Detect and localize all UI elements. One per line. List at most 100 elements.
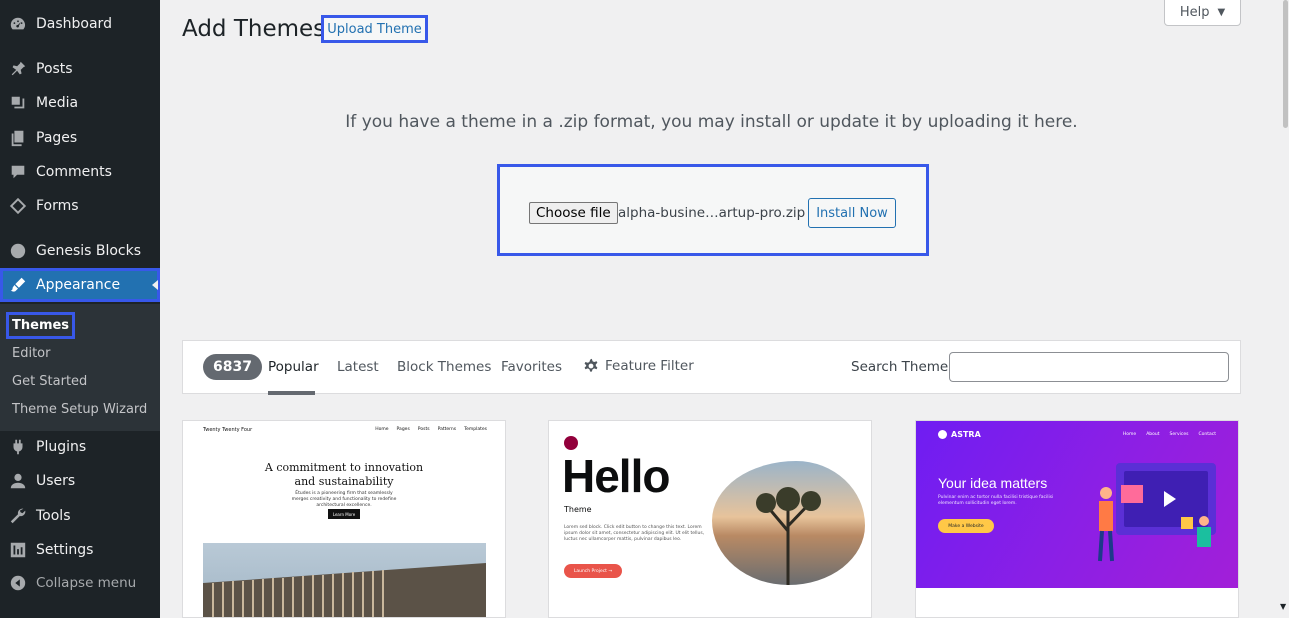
theme-filter-bar: 6837 Popular Latest Block Themes Favorit… <box>182 340 1241 395</box>
theme-preview-nav: Home Pages Posts Patterns Templates <box>375 427 487 432</box>
collapse-label: Collapse menu <box>36 575 137 591</box>
collapse-menu-button[interactable]: Collapse menu <box>0 566 160 600</box>
theme-preview-title: Your idea matters <box>938 475 1048 491</box>
astra-brand: ASTRA <box>951 430 981 439</box>
elementor-logo-icon <box>564 436 578 450</box>
user-icon <box>8 471 28 491</box>
theme-preview-building-image <box>203 543 486 617</box>
preview-nav-link: Services <box>1169 432 1189 437</box>
theme-card-hello-elementor[interactable]: Hello Theme Lorem sed block. Click edit … <box>548 420 872 618</box>
theme-preview-hero: ASTRA Home About Services Contact Your i… <box>916 421 1238 588</box>
menu-settings[interactable]: Settings <box>0 533 160 567</box>
theme-preview-button: Make a Website <box>938 519 994 533</box>
menu-label: Posts <box>36 61 73 77</box>
headline-line: and sustainability <box>294 475 394 488</box>
preview-nav-link: About <box>1146 432 1160 437</box>
submenu-themes[interactable]: Themes <box>5 312 76 339</box>
collapse-icon <box>8 573 28 593</box>
forms-icon <box>8 196 28 216</box>
theme-preview-illustration <box>1098 463 1216 562</box>
preview-nav-link: Patterns <box>437 427 457 432</box>
settings-icon <box>8 540 28 560</box>
page-title: Add Themes <box>182 16 326 42</box>
tab-latest[interactable]: Latest <box>337 359 379 375</box>
theme-card-astra[interactable]: ASTRA Home About Services Contact Your i… <box>915 420 1239 618</box>
theme-preview-body: Lorem sed block. Click edit button to ch… <box>564 525 705 542</box>
preview-nav-link: Contact <box>1198 432 1216 437</box>
menu-forms[interactable]: Forms <box>0 189 160 223</box>
scrollbar-thumb[interactable] <box>1283 0 1288 128</box>
submenu-get-started[interactable]: Get Started <box>12 374 87 389</box>
pin-icon <box>8 59 28 79</box>
theme-count-badge: 6837 <box>203 354 262 380</box>
tab-popular[interactable]: Popular <box>268 359 319 375</box>
admin-sidebar: Dashboard Posts Media Pages Comments For… <box>0 0 160 618</box>
theme-preview-hello: Hello <box>562 450 670 502</box>
theme-preview-body: Études is a pioneering firm that seamles… <box>291 491 397 508</box>
theme-preview-cactus-image <box>712 461 865 585</box>
media-icon <box>8 93 28 113</box>
tab-favorites[interactable]: Favorites <box>501 359 562 375</box>
theme-preview-subtitle: Theme <box>564 505 592 514</box>
menu-dashboard[interactable]: Dashboard <box>0 7 160 41</box>
upload-form: Choose file alpha-busine…artup-pro.zip I… <box>497 164 929 256</box>
wrench-icon <box>8 506 28 526</box>
preview-nav-link: Templates <box>464 427 487 432</box>
feature-filter-button[interactable]: Feature Filter <box>583 358 694 374</box>
menu-label: Pages <box>36 130 78 146</box>
menu-users[interactable]: Users <box>0 464 160 498</box>
comment-icon <box>8 162 28 182</box>
menu-label: Users <box>36 473 76 489</box>
menu-label: Media <box>36 95 79 111</box>
plugin-icon <box>8 437 28 457</box>
install-now-button[interactable]: Install Now <box>808 198 896 228</box>
scroll-down-icon[interactable]: ▼ <box>1280 602 1286 611</box>
theme-preview-nav: Home About Services Contact <box>1123 432 1216 437</box>
theme-preview-headline: A commitment to innovation and sustainab… <box>183 461 505 489</box>
search-themes-input[interactable] <box>949 352 1229 382</box>
preview-nav-link: Home <box>1122 432 1137 437</box>
menu-plugins[interactable]: Plugins <box>0 430 160 464</box>
menu-label: Comments <box>36 164 112 180</box>
menu-pages[interactable]: Pages <box>0 121 160 155</box>
pages-icon <box>8 128 28 148</box>
menu-label: Appearance <box>36 277 121 293</box>
tab-block-themes[interactable]: Block Themes <box>397 359 491 375</box>
menu-label: Settings <box>36 542 94 558</box>
theme-preview-button: Learn More <box>328 509 360 519</box>
menu-label: Genesis Blocks <box>36 243 142 259</box>
menu-posts[interactable]: Posts <box>0 52 160 86</box>
current-menu-arrow-icon <box>152 280 158 290</box>
submenu-theme-setup-wizard[interactable]: Theme Setup Wizard <box>12 402 147 417</box>
menu-media[interactable]: Media <box>0 86 160 120</box>
search-themes-label: Search Themes <box>851 359 956 375</box>
appearance-submenu: Themes Editor Get Started Theme Setup Wi… <box>0 304 160 431</box>
help-button[interactable]: Help ▼ <box>1164 0 1241 26</box>
caret-down-icon: ▼ <box>1217 6 1226 18</box>
headline-line: A commitment to innovation <box>264 461 424 474</box>
current-tab-indicator <box>268 391 315 395</box>
astra-logo: ASTRA <box>938 430 981 439</box>
theme-preview-site-name: Twenty Twenty Four <box>203 427 253 433</box>
astra-logo-icon <box>938 430 947 439</box>
theme-preview-body: Pulvinar enim ac tortor nulla facilisi t… <box>938 495 1054 506</box>
menu-comments[interactable]: Comments <box>0 155 160 189</box>
theme-card-twenty-twenty-four[interactable]: Twenty Twenty Four Home Pages Posts Patt… <box>182 420 506 618</box>
menu-label: Plugins <box>36 439 87 455</box>
choose-file-button[interactable]: Choose file <box>529 202 618 224</box>
preview-nav-link: Pages <box>396 427 410 432</box>
gear-icon <box>584 358 598 372</box>
menu-appearance[interactable]: Appearance <box>0 268 160 302</box>
brush-icon <box>8 275 28 295</box>
upload-description: If you have a theme in a .zip format, yo… <box>345 112 1078 132</box>
help-label: Help <box>1179 4 1210 20</box>
dashboard-icon <box>8 14 28 34</box>
upload-theme-button[interactable]: Upload Theme <box>321 15 428 43</box>
selected-file-name: alpha-busine…artup-pro.zip <box>618 205 806 221</box>
menu-genesis-blocks[interactable]: Genesis Blocks <box>0 234 160 268</box>
menu-label: Dashboard <box>36 16 112 32</box>
submenu-editor[interactable]: Editor <box>12 346 50 361</box>
menu-tools[interactable]: Tools <box>0 499 160 533</box>
genesis-icon <box>8 241 28 261</box>
preview-nav-link: Posts <box>417 427 430 432</box>
